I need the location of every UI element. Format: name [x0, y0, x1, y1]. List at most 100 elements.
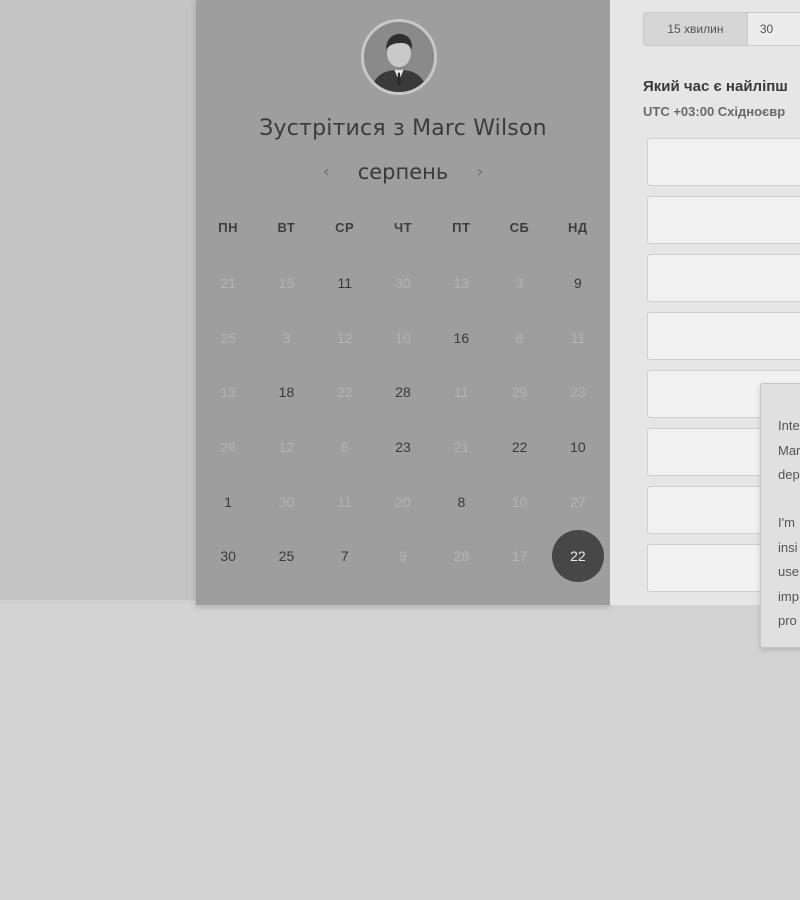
- calendar-day: 11: [316, 474, 374, 529]
- calendar-day-label: 26: [220, 439, 236, 456]
- calendar-day: 23: [549, 365, 607, 420]
- weekday-label: ЧТ: [393, 220, 413, 235]
- time-slot-button[interactable]: 1: [647, 312, 800, 360]
- calendar-day-label: 21: [220, 275, 236, 292]
- calendar-days-grid: 21 15 11 30 13 3 9 25 3 12 10 16 8 11 13 18 22 28 11 29 23 26…: [199, 256, 607, 584]
- calendar-day-label: 8: [515, 329, 524, 346]
- calendar-day-label: 1: [224, 493, 233, 510]
- calendar-day-label: 28: [453, 548, 470, 565]
- calendar-day: 21: [199, 256, 257, 311]
- duration-tab-30[interactable]: 30: [747, 13, 800, 45]
- calendar-day-label: 3: [282, 329, 291, 346]
- calendar-day: 8: [490, 311, 548, 366]
- calendar-day[interactable]: 23: [374, 420, 432, 475]
- calendar-day[interactable]: 8: [432, 474, 490, 529]
- calendar-day: 13: [432, 256, 490, 311]
- calendar-day[interactable]: 28: [374, 365, 432, 420]
- calendar-day[interactable]: 16: [432, 311, 490, 366]
- calendar-day-label: 6: [340, 439, 349, 456]
- weekday-label: СР: [335, 220, 355, 235]
- tooltip-paragraph: Inte Mar dep: [778, 418, 800, 482]
- calendar-day-label: 8: [457, 493, 466, 510]
- calendar-day: 12: [316, 311, 374, 366]
- calendar-day: 12: [257, 420, 315, 475]
- time-question-heading: Який час є найліпш: [643, 78, 788, 95]
- calendar-day-label: 11: [454, 384, 469, 401]
- calendar-day-label: 20: [395, 493, 411, 510]
- tooltip-paragraph: I'm insi use imp pro: [778, 515, 799, 628]
- calendar-day: 11: [549, 311, 607, 366]
- calendar-day-label: 30: [278, 493, 295, 510]
- person-avatar-icon: [364, 22, 434, 92]
- calendar-day-label: 30: [220, 548, 236, 565]
- calendar-day-label: 13: [220, 384, 236, 401]
- weekday-label: ВТ: [277, 220, 296, 235]
- calendar-day-label: 28: [395, 384, 411, 401]
- calendar-day[interactable]: 30: [199, 529, 257, 584]
- host-info-tooltip: Inte Mar dep I'm insi use imp pro: [760, 383, 800, 648]
- calendar-day-label: 21: [453, 439, 470, 456]
- time-slot-button[interactable]: 1: [647, 254, 800, 302]
- calendar-day: 28: [432, 529, 490, 584]
- calendar-day: 13: [199, 365, 257, 420]
- calendar-day: 15: [257, 256, 315, 311]
- calendar-day-label: 22: [511, 439, 528, 456]
- time-slot-button[interactable]: 1: [647, 138, 800, 186]
- calendar-day[interactable]: 10: [549, 420, 607, 475]
- calendar-day-selected[interactable]: 22: [549, 529, 607, 584]
- calendar-day-label: 22: [551, 530, 604, 583]
- calendar-day: 9: [374, 529, 432, 584]
- calendar-day[interactable]: 22: [490, 420, 548, 475]
- calendar-day[interactable]: 9: [549, 256, 607, 311]
- calendar-day: 10: [490, 474, 548, 529]
- calendar-day: 11: [432, 365, 490, 420]
- calendar-day: 30: [374, 256, 432, 311]
- calendar-day-label: 11: [337, 275, 353, 292]
- calendar-day-label: 7: [340, 548, 349, 565]
- calendar-day-label: 30: [395, 275, 411, 292]
- weekday-label: ПТ: [452, 220, 471, 235]
- time-slot-button[interactable]: 1: [647, 196, 800, 244]
- calendar-day-label: 29: [511, 384, 528, 401]
- weekday-label: ПН: [218, 220, 238, 235]
- calendar-day[interactable]: 11: [316, 256, 374, 311]
- calendar-day: 30: [257, 474, 315, 529]
- calendar-day-label: 22: [336, 384, 353, 401]
- calendar-day-label: 23: [395, 439, 411, 456]
- weekday-header: ПН ВТ СР ЧТ ПТ СБ НД: [196, 220, 610, 235]
- calendar-day[interactable]: 25: [257, 529, 315, 584]
- calendar-day-label: 11: [570, 329, 586, 346]
- calendar-day-label: 10: [570, 439, 586, 456]
- calendar-day-label: 25: [278, 548, 295, 565]
- month-navigation: ‹ серпень ›: [196, 160, 610, 190]
- calendar-day-label: 18: [278, 384, 295, 401]
- timezone-label[interactable]: UTC +03:00 Східноєвр: [643, 104, 785, 119]
- calendar-day[interactable]: 1: [199, 474, 257, 529]
- calendar-day-label: 16: [453, 329, 470, 346]
- page-background-left: [0, 0, 196, 604]
- calendar-day[interactable]: 18: [257, 365, 315, 420]
- calendar-day-label: 23: [570, 384, 586, 401]
- calendar-day-label: 10: [395, 329, 411, 346]
- month-label: серпень: [357, 160, 449, 184]
- host-avatar: [361, 19, 437, 95]
- calendar-day: 26: [199, 420, 257, 475]
- calendar-day: 25: [199, 311, 257, 366]
- calendar-day[interactable]: 7: [316, 529, 374, 584]
- calendar-day-label: 12: [278, 439, 295, 456]
- chevron-right-icon[interactable]: ›: [467, 162, 493, 181]
- calendar-panel: Зустрітися з Marc Wilson ‹ серпень › ПН …: [196, 0, 610, 605]
- calendar-day-label: 13: [453, 275, 470, 292]
- calendar-day: 29: [490, 365, 548, 420]
- calendar-day-label: 10: [511, 493, 528, 510]
- calendar-day-label: 9: [399, 548, 407, 565]
- calendar-day: 17: [490, 529, 548, 584]
- duration-tab-15[interactable]: 15 хвилин: [644, 13, 748, 45]
- calendar-day: 21: [432, 420, 490, 475]
- calendar-day-label: 27: [570, 493, 586, 510]
- calendar-day: 6: [316, 420, 374, 475]
- calendar-day-label: 11: [337, 493, 353, 510]
- chevron-left-icon[interactable]: ‹: [313, 162, 339, 181]
- calendar-day-label: 12: [336, 329, 353, 346]
- calendar-day-label: 25: [220, 329, 236, 346]
